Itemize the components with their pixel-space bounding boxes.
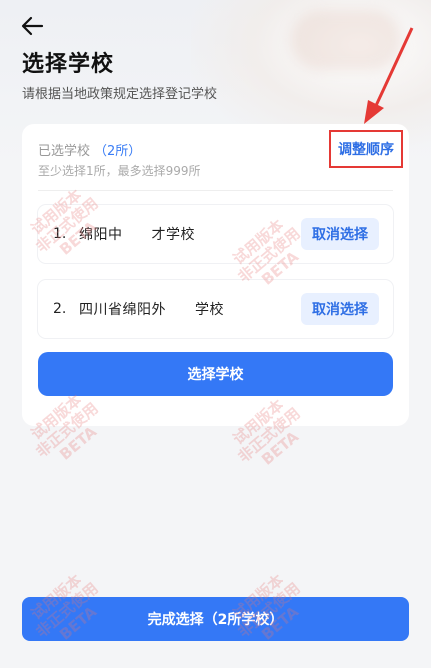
- school-name: 四川省绵阳外 学校: [79, 302, 224, 318]
- selected-schools-card: 已选学校 （2所） 至少选择1所，最多选择999所 调整顺序 1. 绵阳中 才学校…: [22, 124, 409, 426]
- school-item-2: 2. 四川省绵阳外 学校 取消选择: [38, 280, 393, 338]
- arrow-left-icon: [21, 16, 44, 36]
- school-index: 2.: [53, 301, 67, 317]
- school-name: 绵阳中 才学校: [79, 227, 195, 243]
- red-arrow-annotation: [364, 27, 414, 124]
- page-subtitle: 请根据当地政策规定选择登记学校: [22, 87, 218, 102]
- selected-summary: 已选学校 （2所）: [38, 140, 141, 159]
- page-title: 选择学校: [22, 52, 115, 77]
- school-index: 1.: [53, 226, 67, 242]
- back-button[interactable]: [20, 14, 52, 42]
- choose-school-button[interactable]: 选择学校: [38, 352, 393, 396]
- cancel-selection-button[interactable]: 取消选择: [301, 293, 379, 325]
- cancel-selection-button[interactable]: 取消选择: [301, 218, 379, 250]
- selection-hint: 至少选择1所，最多选择999所: [38, 164, 201, 178]
- reorder-label: 调整顺序: [338, 142, 394, 158]
- finish-selection-button[interactable]: 完成选择（2所学校）: [22, 597, 409, 641]
- selected-label: 已选学校: [38, 144, 91, 159]
- school-selection-page: 选择学校 请根据当地政策规定选择登记学校 已选学校 （2所） 至少选择1所，最多选…: [0, 0, 431, 668]
- selected-count: （2所）: [94, 144, 142, 159]
- divider: [38, 190, 393, 191]
- school-item-1: 1. 绵阳中 才学校 取消选择: [38, 205, 393, 263]
- reorder-button[interactable]: 调整顺序: [329, 130, 403, 168]
